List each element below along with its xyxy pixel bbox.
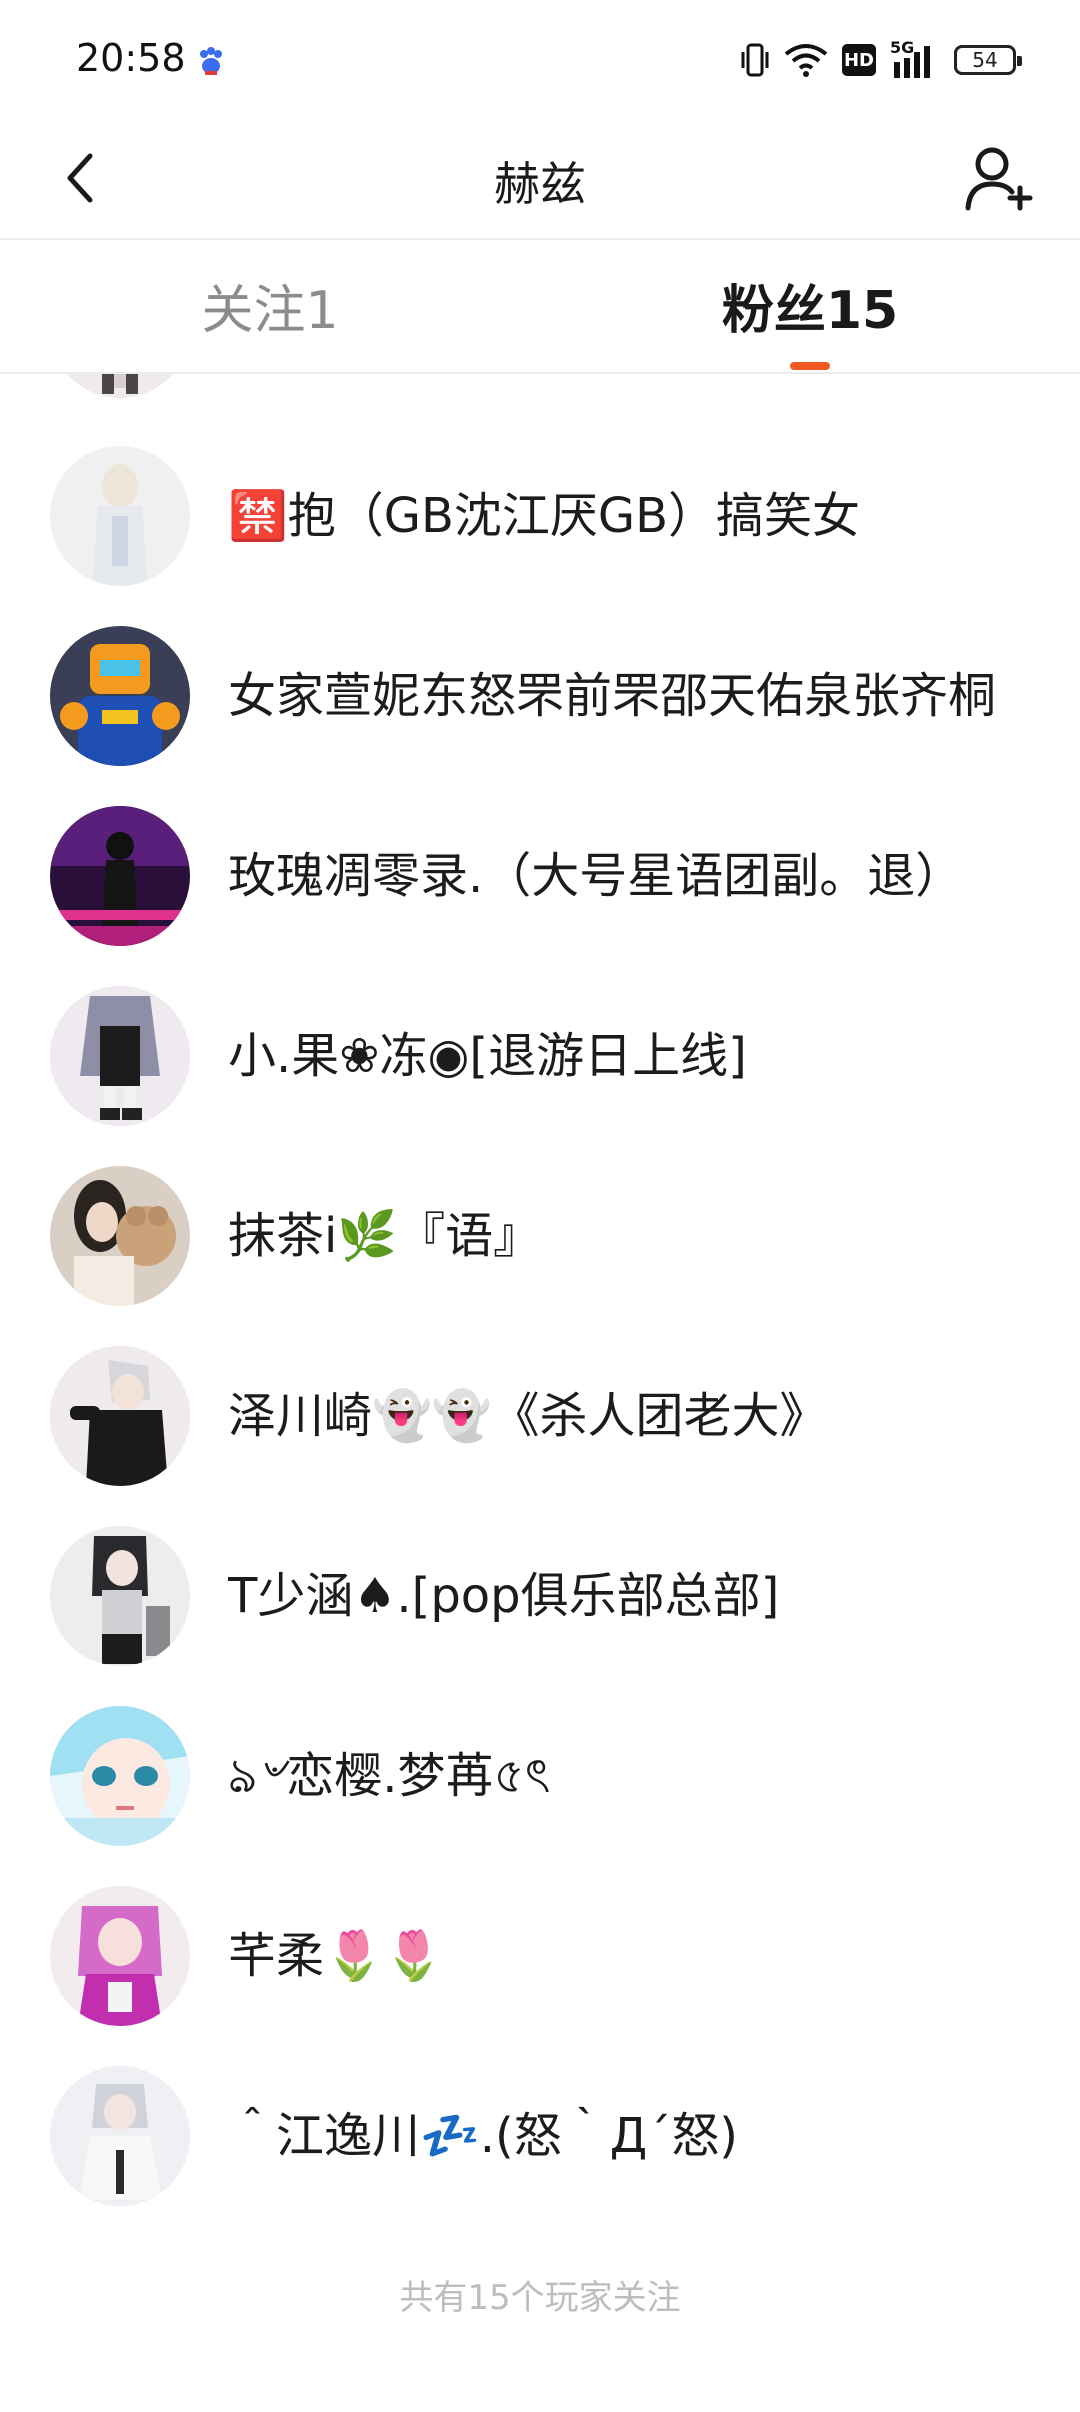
avatar[interactable] bbox=[50, 446, 190, 586]
avatar[interactable] bbox=[50, 1526, 190, 1666]
fan-name: 芊柔🌷🌷 bbox=[228, 1928, 444, 1984]
fan-name: 🈲抱（GB沈江厌GB）搞笑女 bbox=[228, 488, 861, 544]
list-item[interactable]: 抹茶i🌿『语』 bbox=[0, 1152, 1080, 1332]
status-time: 20:58 bbox=[76, 36, 186, 80]
list-item[interactable]: ＾江逸川💤.(怒｀Д´怒) bbox=[0, 2052, 1080, 2232]
hd-badge: HD bbox=[842, 44, 876, 76]
fan-name: 小.果❀冻◉[退游日上线] bbox=[228, 1028, 747, 1084]
add-friend-button[interactable] bbox=[954, 134, 1044, 224]
list-item[interactable]: ঌ৺恋樱.梦苒৫ৎ bbox=[0, 1692, 1080, 1872]
fan-name: 女家萱妮东怒罘前罘邵天佑泉张齐桐 bbox=[228, 668, 997, 724]
status-icons: HD 5G 54 bbox=[740, 38, 1022, 80]
battery-indicator: 54 bbox=[954, 45, 1022, 75]
page-title: 赫兹 bbox=[494, 157, 586, 211]
list-item[interactable]: 玫瑰凋零录.（大号星语团副。退） bbox=[0, 792, 1080, 972]
list-item[interactable]: 女家萱妮东怒罘前罘邵天佑泉张齐桐 bbox=[0, 612, 1080, 792]
vibrate-icon bbox=[740, 42, 770, 78]
fans-list[interactable]: 🈲抱（GB沈江厌GB）搞笑女 女家萱妮东怒罘前罘邵天佑泉张齐桐 玫瑰凋零录.（大… bbox=[0, 374, 1080, 2254]
avatar[interactable] bbox=[50, 986, 190, 1126]
list-item[interactable]: T少涵♠.[pop俱乐部总部] bbox=[0, 1512, 1080, 1692]
avatar[interactable] bbox=[50, 1166, 190, 1306]
list-item[interactable]: 芊柔🌷🌷 bbox=[0, 1872, 1080, 2052]
fan-name: T少涵♠.[pop俱乐部总部] bbox=[228, 1568, 780, 1624]
list-item[interactable] bbox=[0, 374, 1080, 424]
avatar[interactable] bbox=[50, 374, 190, 398]
fan-name: 抹茶i🌿『语』 bbox=[228, 1208, 542, 1264]
fans-list-page: 20:58 HD 5G 54 赫兹 关注1 粉丝15 🈲抱（GB沈江厌GB）搞笑… bbox=[0, 0, 1080, 2412]
avatar[interactable] bbox=[50, 806, 190, 946]
avatar[interactable] bbox=[50, 2066, 190, 2206]
list-item[interactable]: 泽川崎👻👻《杀人团老大》 bbox=[0, 1332, 1080, 1512]
fan-name: 玫瑰凋零录.（大号星语团副。退） bbox=[228, 848, 964, 904]
tab-bar: 关注1 粉丝15 bbox=[0, 240, 1080, 374]
active-tab-indicator bbox=[790, 362, 830, 370]
header: 赫兹 bbox=[0, 120, 1080, 240]
avatar[interactable] bbox=[50, 626, 190, 766]
fan-name: 泽川崎👻👻《杀人团老大》 bbox=[228, 1388, 828, 1444]
tab-following[interactable]: 关注1 bbox=[140, 270, 400, 341]
add-user-icon bbox=[965, 147, 1033, 211]
paw-notification-icon bbox=[196, 46, 226, 76]
avatar[interactable] bbox=[50, 1346, 190, 1486]
avatar[interactable] bbox=[50, 1706, 190, 1846]
signal-icon: 5G bbox=[890, 38, 940, 80]
fan-name: ঌ৺恋樱.梦苒৫ৎ bbox=[228, 1748, 551, 1804]
wifi-icon bbox=[784, 42, 828, 78]
list-item[interactable]: 小.果❀冻◉[退游日上线] bbox=[0, 972, 1080, 1152]
tab-fans[interactable]: 粉丝15 bbox=[680, 270, 940, 341]
status-bar: 20:58 HD 5G 54 bbox=[0, 0, 1080, 120]
footer-count-note: 共有15个玩家关注 bbox=[399, 2278, 681, 2318]
list-item[interactable]: 🈲抱（GB沈江厌GB）搞笑女 bbox=[0, 432, 1080, 612]
fan-name: ＾江逸川💤.(怒｀Д´怒) bbox=[228, 2108, 738, 2164]
avatar[interactable] bbox=[50, 1886, 190, 2026]
